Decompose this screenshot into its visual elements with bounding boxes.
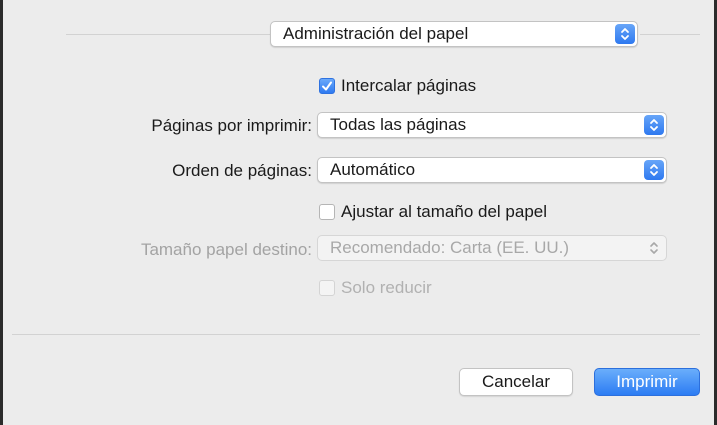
- header-separator-right: [640, 34, 700, 35]
- panel-select-value: Administración del papel: [283, 24, 469, 43]
- pages-to-print-select[interactable]: Todas las páginas: [317, 112, 667, 138]
- page-order-value: Automático: [330, 160, 416, 179]
- destination-paper-size-select: Recomendado: Carta (EE. UU.): [317, 235, 667, 261]
- page-order-select[interactable]: Automático: [317, 157, 667, 183]
- up-down-arrows-icon: [644, 160, 664, 180]
- window-left-border: [0, 0, 3, 425]
- up-down-arrows-icon: [644, 238, 664, 258]
- up-down-arrows-icon: [615, 24, 635, 44]
- pages-to-print-value: Todas las páginas: [330, 115, 467, 134]
- scale-to-fit-checkbox[interactable]: Ajustar al tamaño del papel: [319, 202, 619, 224]
- scale-down-only-label: Solo reducir: [341, 278, 432, 297]
- panel-select[interactable]: Administración del papel: [270, 21, 638, 47]
- destination-paper-size-value: Recomendado: Carta (EE. UU.): [330, 238, 570, 257]
- header-separator-left: [66, 34, 270, 35]
- destination-paper-size-label: Tamaño papel destino:: [140, 240, 312, 259]
- cancel-button[interactable]: Cancelar: [459, 368, 573, 396]
- page-order-label: Orden de páginas:: [172, 161, 312, 180]
- print-button[interactable]: Imprimir: [594, 368, 700, 396]
- checkbox-unchecked-icon: [319, 204, 335, 220]
- pages-to-print-label: Páginas por imprimir:: [151, 116, 312, 135]
- up-down-arrows-icon: [644, 115, 664, 135]
- checkbox-checked-icon: [319, 78, 335, 94]
- collate-pages-checkbox[interactable]: Intercalar páginas: [319, 76, 539, 98]
- checkbox-unchecked-icon: [319, 280, 335, 296]
- footer-separator: [12, 334, 700, 335]
- scale-down-only-checkbox: Solo reducir: [319, 278, 519, 300]
- scale-to-fit-label: Ajustar al tamaño del papel: [341, 202, 548, 221]
- collate-pages-label: Intercalar páginas: [341, 76, 477, 95]
